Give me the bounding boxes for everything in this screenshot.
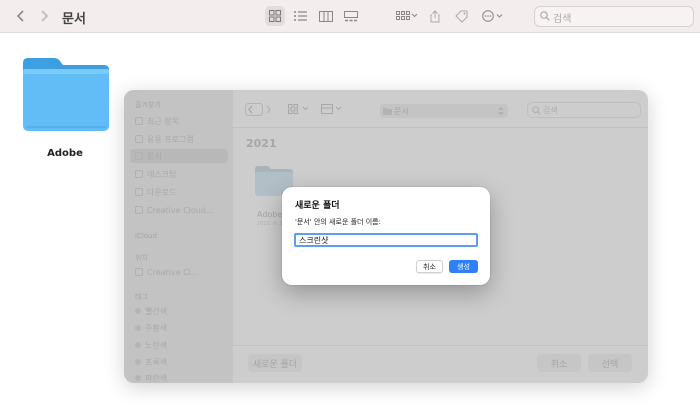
tag-dot-icon bbox=[135, 308, 141, 314]
tag-dot-icon bbox=[135, 359, 141, 365]
sheet-sidebar: 즐겨찾기 최근 항목 응용 프로그램 문서 데스크탑 다운로드 Creative… bbox=[124, 90, 233, 383]
cloud-icon bbox=[135, 268, 143, 276]
list-view-icon[interactable] bbox=[290, 6, 310, 26]
sheet-toolbar: 문서 검색 bbox=[233, 90, 648, 128]
new-folder-dialog: 새로운 폴더 '문서' 안의 새로운 폴더 이름: 취소 생성 bbox=[282, 187, 490, 285]
sheet-search-placeholder: 검색 bbox=[543, 106, 558, 115]
search-icon bbox=[532, 106, 541, 115]
search-field[interactable]: 검색 bbox=[534, 6, 694, 27]
download-icon bbox=[135, 188, 143, 196]
icon-view-icon[interactable] bbox=[265, 6, 285, 26]
sidebar-heading-tags: 태그 bbox=[135, 293, 148, 301]
tag-dot-icon bbox=[135, 342, 141, 348]
dialog-prompt: '문서' 안의 새로운 폴더 이름: bbox=[295, 218, 381, 226]
tag-dot-icon bbox=[135, 375, 141, 381]
sheet-path-popup[interactable]: 문서 bbox=[380, 104, 508, 118]
sheet-group-icon[interactable] bbox=[321, 104, 343, 117]
folder-name-input[interactable] bbox=[294, 233, 478, 247]
document-icon bbox=[135, 152, 143, 160]
sidebar-tag-yellow[interactable]: 노란색 bbox=[135, 338, 167, 352]
sidebar-heading-icloud: iCloud bbox=[135, 232, 157, 240]
folder-icon bbox=[135, 206, 143, 214]
sidebar-tag-green[interactable]: 초록색 bbox=[135, 355, 167, 369]
finder-toolbar: 문서 검색 bbox=[0, 0, 700, 33]
tag-icon[interactable] bbox=[452, 6, 470, 26]
chevron-updown-icon bbox=[498, 107, 504, 115]
sidebar-item-recents[interactable]: 최근 항목 bbox=[135, 114, 179, 128]
sidebar-item-downloads[interactable]: 다운로드 bbox=[135, 185, 176, 199]
cancel-button[interactable]: 취소 bbox=[416, 260, 443, 273]
sidebar-item-creative-cloud[interactable]: Creative Cloud... bbox=[135, 203, 214, 217]
sidebar-item-creative-cloud-location[interactable]: Creative Cl... bbox=[135, 265, 199, 279]
search-placeholder: 검색 bbox=[553, 14, 572, 25]
group-menu-icon[interactable] bbox=[393, 6, 421, 26]
sidebar-tag-orange[interactable]: 주황색 bbox=[135, 321, 167, 335]
sheet-select-button[interactable]: 선택 bbox=[588, 354, 632, 372]
column-view-icon[interactable] bbox=[316, 6, 336, 26]
sheet-folder-date: 2021. 9. 3. bbox=[257, 221, 285, 227]
more-actions-icon[interactable] bbox=[480, 6, 506, 26]
new-folder-button[interactable]: 새로운 폴더 bbox=[248, 354, 302, 372]
sheet-folder-label: Adobe bbox=[257, 210, 283, 219]
tag-dot-icon bbox=[135, 325, 141, 331]
sidebar-tag-red[interactable]: 빨간색 bbox=[135, 304, 167, 318]
adobe-folder[interactable] bbox=[22, 57, 110, 133]
dialog-title: 새로운 폴더 bbox=[295, 201, 340, 211]
clock-icon bbox=[135, 117, 143, 125]
folder-icon bbox=[383, 108, 392, 115]
sheet-cancel-button[interactable]: 취소 bbox=[537, 354, 581, 372]
sidebar-item-desktop[interactable]: 데스크탑 bbox=[135, 167, 176, 181]
sheet-forward-icon[interactable] bbox=[263, 103, 275, 119]
sheet-back-icon[interactable] bbox=[245, 103, 263, 119]
forward-icon[interactable] bbox=[36, 8, 52, 24]
apps-icon bbox=[135, 135, 143, 143]
sidebar-item-applications[interactable]: 응용 프로그램 bbox=[135, 132, 194, 146]
sidebar-heading-favorites: 즐겨찾기 bbox=[135, 101, 161, 109]
sheet-icon-view-icon[interactable] bbox=[288, 104, 310, 117]
gallery-view-icon[interactable] bbox=[341, 6, 361, 26]
share-icon[interactable] bbox=[426, 6, 444, 26]
folder-label: Adobe bbox=[47, 148, 83, 159]
create-button[interactable]: 생성 bbox=[449, 260, 478, 273]
desktop-icon bbox=[135, 170, 143, 178]
back-icon[interactable] bbox=[12, 8, 28, 24]
sidebar-heading-locations: 위치 bbox=[135, 254, 148, 262]
group-header: 2021 bbox=[246, 137, 277, 150]
sidebar-item-documents[interactable]: 문서 bbox=[130, 149, 228, 163]
folder-icon bbox=[23, 58, 109, 131]
sheet-search-field[interactable]: 검색 bbox=[527, 102, 641, 118]
sidebar-tag-blue[interactable]: 파란색 bbox=[135, 371, 167, 383]
search-icon bbox=[540, 11, 550, 21]
window-title: 문서 bbox=[62, 12, 86, 27]
